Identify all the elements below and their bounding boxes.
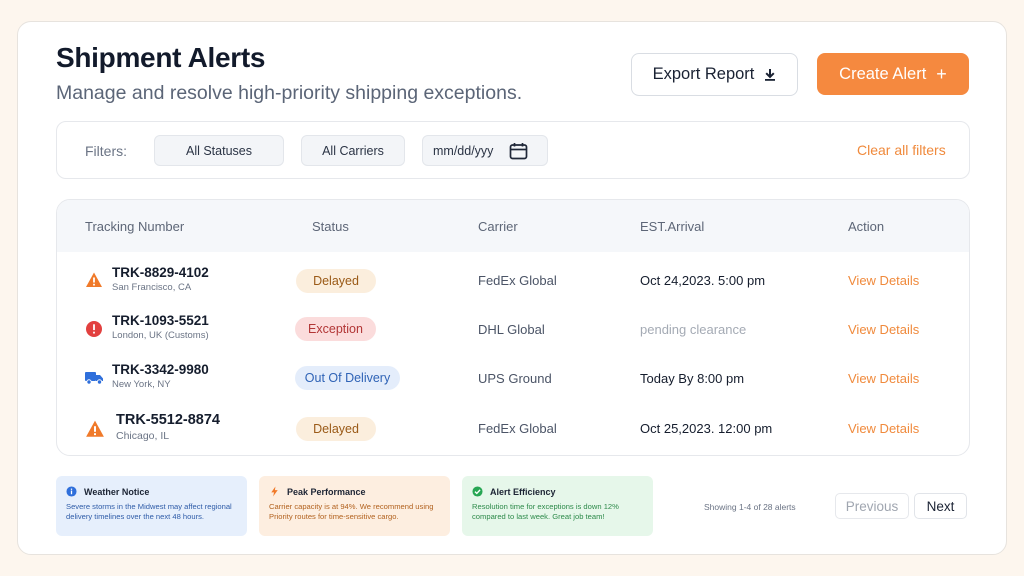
date-placeholder: mm/dd/yyy bbox=[433, 143, 494, 158]
est-arrival: Oct 25,2023. 12:00 pm bbox=[640, 421, 773, 436]
carrier-filter-select[interactable]: All Carriers bbox=[301, 135, 405, 166]
error-icon bbox=[86, 321, 102, 337]
est-arrival: Oct 24,2023. 5:00 pm bbox=[640, 273, 766, 288]
tracking-location: San Francisco, CA bbox=[112, 282, 192, 293]
col-tracking-number: Tracking Number bbox=[85, 219, 185, 234]
view-details-link[interactable]: View Details bbox=[848, 371, 919, 386]
tracking-number: TRK-5512-8874 bbox=[116, 412, 220, 428]
pagination-summary: Showing 1-4 of 28 alerts bbox=[704, 502, 796, 512]
view-details-link[interactable]: View Details bbox=[848, 322, 919, 337]
weather-notice-header: Weather Notice bbox=[66, 486, 237, 497]
carrier-name: DHL Global bbox=[478, 322, 545, 337]
truck-icon bbox=[85, 372, 103, 385]
tracking-location: London, UK (Customs) bbox=[112, 330, 209, 341]
table-header: Tracking Number Status Carrier EST.Arriv… bbox=[57, 200, 969, 252]
peak-performance-header: Peak Performance bbox=[269, 486, 440, 497]
clear-filters-link[interactable]: Clear all filters bbox=[857, 142, 946, 158]
weather-notice-title: Weather Notice bbox=[84, 486, 150, 497]
peak-performance-card: Peak Performance Carrier capacity is at … bbox=[259, 476, 450, 536]
carrier-name: FedEx Global bbox=[478, 273, 557, 288]
col-carrier: Carrier bbox=[478, 219, 518, 234]
weather-notice-card: Weather Notice Severe storms in the Midw… bbox=[56, 476, 247, 536]
status-badge: Exception bbox=[295, 317, 376, 341]
peak-performance-title: Peak Performance bbox=[287, 486, 366, 497]
est-arrival: Today By 8:00 pm bbox=[640, 371, 745, 386]
tracking-location: Chicago, IL bbox=[116, 430, 170, 442]
export-report-button[interactable]: Export Report bbox=[631, 53, 798, 96]
alert-efficiency-body: Resolution time for exceptions is down 1… bbox=[472, 502, 619, 521]
create-alert-button[interactable]: Create Alert + bbox=[817, 53, 969, 95]
view-details-link[interactable]: View Details bbox=[848, 273, 919, 288]
est-arrival: pending clearance bbox=[640, 322, 747, 337]
alert-efficiency-card: Alert Efficiency Resolution time for exc… bbox=[462, 476, 653, 536]
table-row: TRK-8829-4102 San Francisco, CA Delayed … bbox=[57, 256, 969, 305]
carrier-name: FedEx Global bbox=[478, 421, 557, 436]
export-report-label: Export Report bbox=[652, 65, 755, 83]
peak-performance-body: Carrier capacity is at 94%. We recommend… bbox=[269, 502, 434, 521]
previous-page-button[interactable]: Previous bbox=[835, 493, 909, 519]
warning-icon bbox=[86, 420, 104, 437]
table-row: TRK-1093-5521 London, UK (Customs) Excep… bbox=[57, 305, 969, 354]
tracking-number: TRK-8829-4102 bbox=[112, 265, 209, 280]
calendar-icon[interactable] bbox=[509, 142, 528, 160]
info-icon bbox=[66, 486, 77, 497]
filters-bar: Filters: All Statuses All Carriers mm/dd… bbox=[56, 121, 970, 179]
status-badge: Delayed bbox=[296, 269, 376, 293]
table-row: TRK-5512-8874 Chicago, IL Delayed FedEx … bbox=[57, 404, 969, 453]
carrier-name: UPS Ground bbox=[478, 371, 552, 386]
weather-notice-body: Severe storms in the Midwest may affect … bbox=[66, 502, 232, 521]
filters-label: Filters: bbox=[85, 143, 127, 159]
tracking-number: TRK-3342-9980 bbox=[112, 362, 209, 377]
col-est-arrival: EST.Arrival bbox=[640, 219, 705, 234]
status-badge: Out Of Delivery bbox=[295, 366, 400, 390]
shipment-alerts-card: Shipment Alerts Manage and resolve high-… bbox=[17, 21, 1007, 555]
plus-icon: + bbox=[936, 64, 947, 84]
table-row: TRK-3342-9980 New York, NY Out Of Delive… bbox=[57, 354, 969, 403]
col-action: Action bbox=[848, 219, 885, 234]
alert-efficiency-header: Alert Efficiency bbox=[472, 486, 643, 497]
alerts-table: Tracking Number Status Carrier EST.Arriv… bbox=[56, 199, 970, 456]
tracking-location: New York, NY bbox=[112, 379, 171, 390]
page-subtitle: Manage and resolve high-priority shippin… bbox=[56, 82, 523, 104]
check-circle-icon bbox=[472, 486, 483, 497]
date-filter-input[interactable]: mm/dd/yyy bbox=[422, 135, 548, 166]
create-alert-label: Create Alert bbox=[839, 64, 927, 83]
next-page-button[interactable]: Next bbox=[914, 493, 967, 519]
status-badge: Delayed bbox=[296, 417, 376, 441]
view-details-link[interactable]: View Details bbox=[848, 421, 919, 436]
alert-efficiency-title: Alert Efficiency bbox=[490, 486, 556, 497]
warning-icon bbox=[86, 272, 102, 287]
status-filter-select[interactable]: All Statuses bbox=[154, 135, 284, 166]
page-title: Shipment Alerts bbox=[56, 42, 266, 73]
lightning-icon bbox=[271, 486, 278, 497]
tracking-number: TRK-1093-5521 bbox=[112, 313, 209, 328]
download-icon bbox=[765, 69, 776, 81]
col-status: Status bbox=[312, 219, 349, 234]
